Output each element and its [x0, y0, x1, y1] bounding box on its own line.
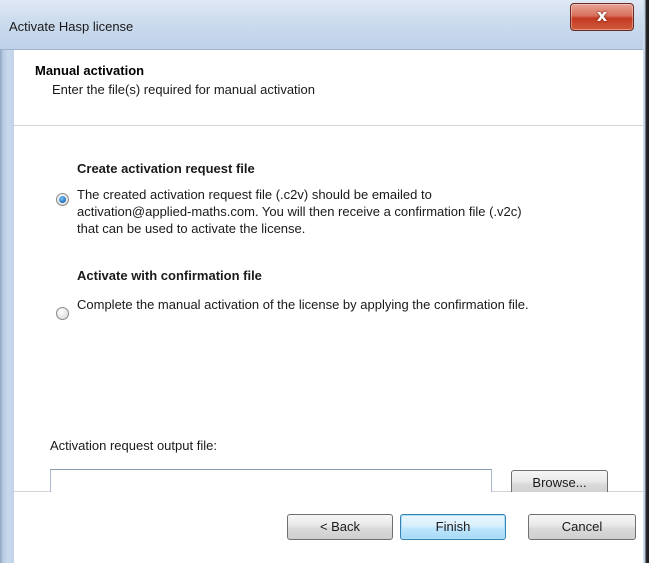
header-title: Manual activation [35, 63, 145, 78]
title-bar[interactable]: Activate Hasp license x [0, 0, 643, 50]
window-title: Activate Hasp license [9, 19, 134, 34]
window-frame-right [643, 0, 649, 563]
cancel-button[interactable]: Cancel [528, 514, 636, 540]
close-button[interactable]: x [570, 3, 634, 31]
finish-button[interactable]: Finish [400, 514, 506, 540]
confirmation-file-radio[interactable] [56, 307, 69, 320]
dialog-client-area: Manual activation Enter the file(s) requ… [14, 50, 643, 563]
wizard-footer: < Back Finish Cancel [14, 492, 643, 563]
create-request-line-3: that can be used to activate the license… [77, 221, 306, 236]
header-subtitle: Enter the file(s) required for manual ac… [52, 82, 316, 97]
create-request-line-2: activation@applied-maths.com. You will t… [77, 204, 522, 219]
back-button[interactable]: < Back [287, 514, 393, 540]
create-request-title: Create activation request file [77, 161, 255, 176]
wizard-content: Create activation request file The creat… [14, 126, 643, 496]
wizard-header: Manual activation Enter the file(s) requ… [14, 50, 643, 126]
create-request-line-1: The created activation request file (.c2… [77, 187, 432, 202]
window-frame-left [0, 0, 14, 563]
close-icon: x [596, 6, 608, 25]
confirmation-file-description: Complete the manual activation of the li… [77, 296, 529, 313]
create-request-radio[interactable] [56, 193, 69, 206]
confirmation-file-line-1: Complete the manual activation of the li… [77, 297, 529, 312]
output-file-label: Activation request output file: [50, 438, 217, 453]
create-request-description: The created activation request file (.c2… [77, 186, 522, 237]
activate-hasp-license-window: Activate Hasp license x Manual activatio… [0, 0, 649, 563]
output-file-input[interactable] [50, 469, 492, 494]
confirmation-file-title: Activate with confirmation file [77, 268, 262, 283]
